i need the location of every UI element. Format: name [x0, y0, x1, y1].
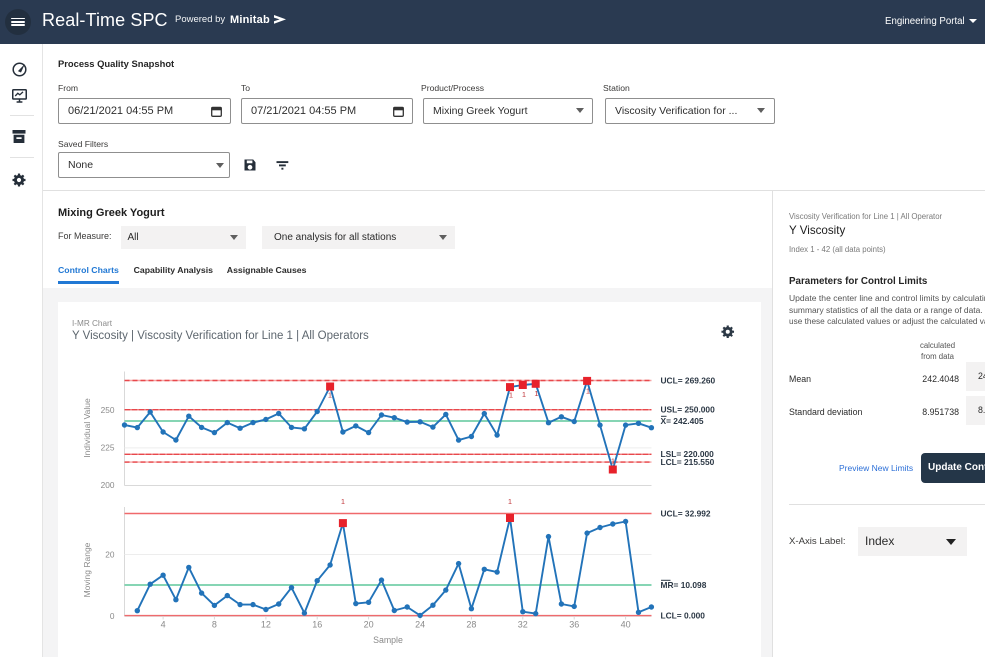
svg-text:24: 24 [415, 620, 425, 630]
svg-text:32: 32 [518, 620, 528, 630]
svg-text:Sample: Sample [373, 635, 403, 645]
svg-text:1: 1 [341, 497, 345, 506]
svg-text:16: 16 [312, 620, 322, 630]
svg-text:0: 0 [110, 611, 115, 621]
svg-text:12: 12 [261, 620, 271, 630]
svg-text:Moving Range: Moving Range [82, 542, 92, 597]
svg-text:1: 1 [611, 456, 615, 465]
svg-text:UCL= 32.992: UCL= 32.992 [661, 508, 711, 518]
svg-text:225: 225 [101, 443, 115, 453]
svg-text:40: 40 [621, 620, 631, 630]
svg-text:LCL= 215.550: LCL= 215.550 [661, 457, 715, 467]
svg-text:1: 1 [522, 390, 526, 399]
svg-text:X= 242.405: X= 242.405 [661, 416, 704, 426]
svg-text:4: 4 [161, 620, 166, 630]
svg-text:1: 1 [586, 386, 590, 395]
svg-text:1: 1 [508, 497, 512, 506]
svg-text:USL= 250.000: USL= 250.000 [661, 405, 716, 415]
svg-text:20: 20 [364, 620, 374, 630]
svg-text:200: 200 [101, 480, 115, 490]
svg-text:1: 1 [509, 390, 513, 399]
svg-text:MR= 10.098: MR= 10.098 [661, 580, 707, 590]
svg-text:1: 1 [534, 389, 538, 398]
svg-text:UCL= 269.260: UCL= 269.260 [661, 375, 716, 385]
svg-text:Individual Value: Individual Value [82, 398, 92, 458]
svg-text:20: 20 [105, 549, 115, 559]
svg-text:28: 28 [466, 620, 476, 630]
svg-text:250: 250 [101, 405, 115, 415]
svg-text:8: 8 [212, 620, 217, 630]
svg-text:36: 36 [569, 620, 579, 630]
svg-text:LCL= 0.000: LCL= 0.000 [661, 610, 706, 620]
svg-text:1: 1 [328, 390, 332, 399]
